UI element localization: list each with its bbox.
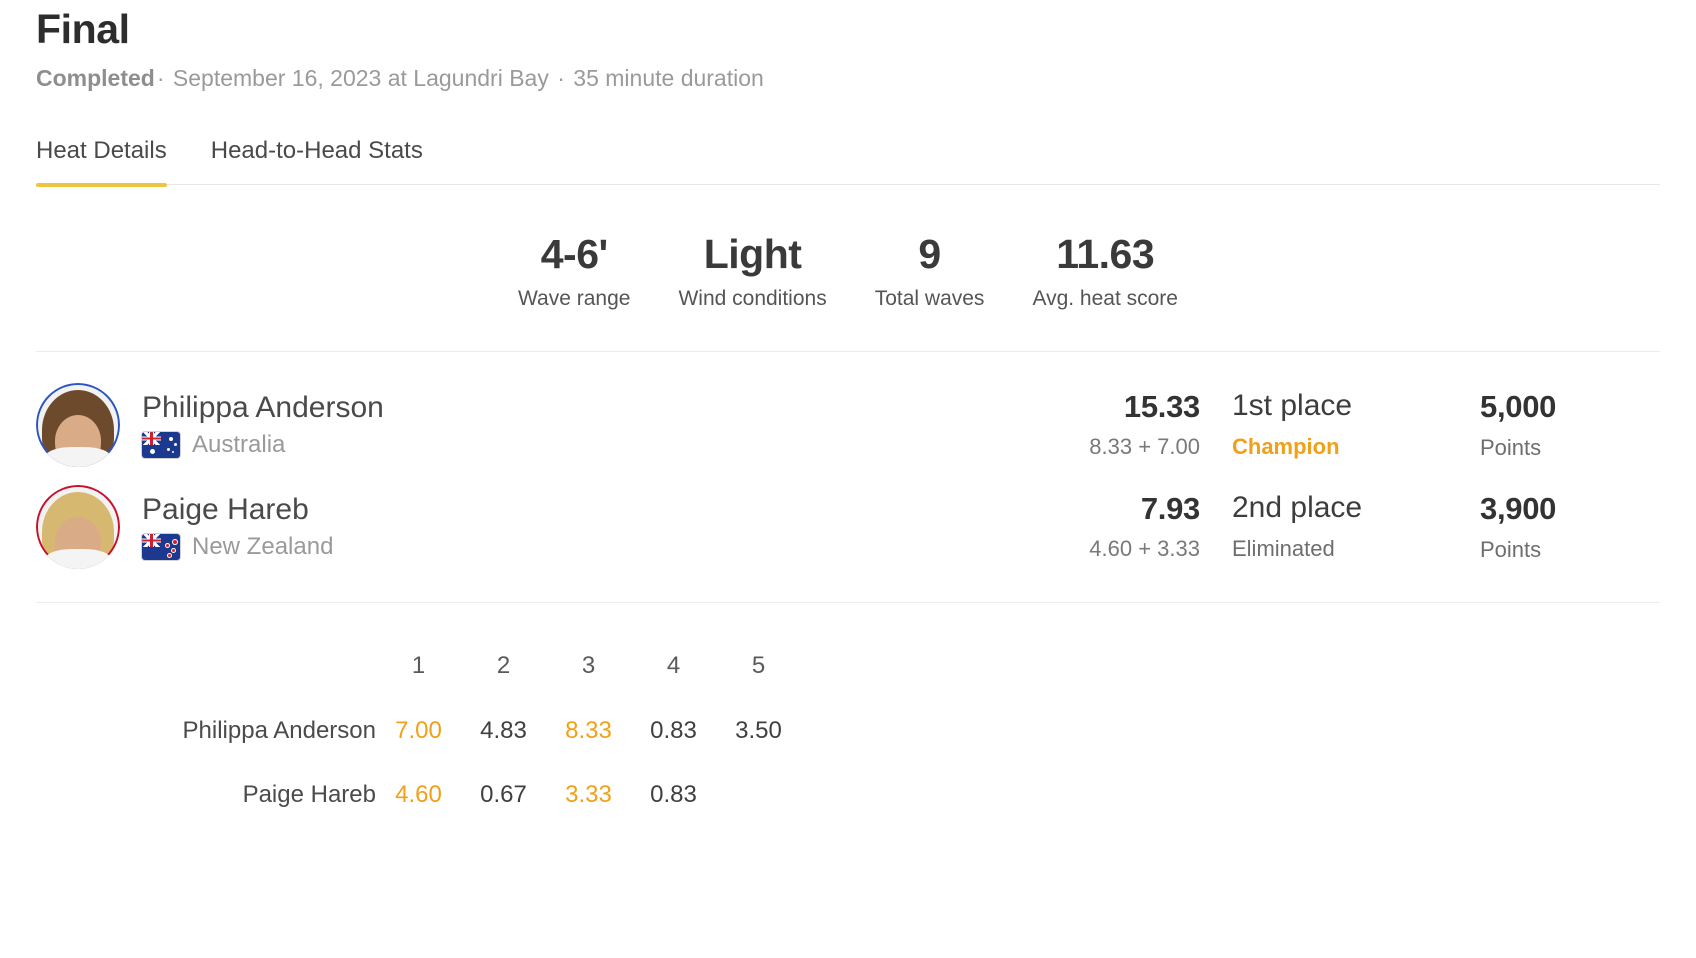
wave-column-header: 2 <box>496 652 511 680</box>
wave-row-athlete-name: Philippa Anderson <box>182 717 376 745</box>
heat-result-page: Final Completed· September 16, 2023 at L… <box>0 0 1696 958</box>
points-column: 5,000 Points <box>1480 389 1660 461</box>
wave-table-header-row: 1 2 3 4 5 <box>36 633 801 699</box>
condition-total-waves: 9 Total waves <box>851 231 1009 311</box>
score-breakdown: 4.60 + 3.33 <box>1089 535 1200 561</box>
wave-score-cell: 0.83 <box>650 717 697 745</box>
table-row: Philippa Anderson 7.00 4.83 8.33 0.83 3.… <box>36 699 801 763</box>
score-column: 15.33 8.33 + 7.00 <box>1030 389 1206 460</box>
conditions-summary: 4-6' Wave range Light Wind conditions 9 … <box>36 185 1660 353</box>
tab-head-to-head-stats[interactable]: Head-to-Head Stats <box>211 137 423 184</box>
score-breakdown: 8.33 + 7.00 <box>1089 433 1200 459</box>
wave-column-header: 3 <box>581 652 596 680</box>
wave-score-cell: 8.33 <box>565 717 612 745</box>
wave-score-cell: 4.83 <box>480 717 527 745</box>
points-label: Points <box>1480 434 1542 460</box>
status-badge: Eliminated <box>1232 535 1335 561</box>
status-badge: Champion <box>1232 433 1340 459</box>
wave-scores-section: 1 2 3 4 5 Philippa Anderson 7.00 4.83 8.… <box>36 603 1660 827</box>
wave-score-cell: 0.67 <box>480 781 527 809</box>
meta-separator-2: · <box>557 65 565 92</box>
athlete-result-block: 15.33 8.33 + 7.00 1st place Champion 5,0… <box>1030 389 1660 461</box>
avatar <box>36 383 120 468</box>
heat-subtitle: Completed· September 16, 2023 at Lagundr… <box>36 64 1660 94</box>
flag-australia-icon <box>142 432 180 459</box>
avatar-body <box>45 549 111 570</box>
condition-value: 4-6' <box>540 230 609 277</box>
athlete-identity: Paige Hareb New Zealand <box>36 485 1030 570</box>
condition-value: Light <box>703 230 802 277</box>
athlete-name: Paige Hareb <box>142 492 309 526</box>
points-label: Points <box>1480 536 1542 562</box>
wave-scores-table: 1 2 3 4 5 Philippa Anderson 7.00 4.83 8.… <box>36 633 801 827</box>
condition-label: Wind conditions <box>678 287 827 311</box>
heat-status: Completed <box>36 65 155 92</box>
athlete-country-block: New Zealand <box>142 533 333 561</box>
place-column: 2nd place Eliminated <box>1206 491 1480 562</box>
place-label: 1st place <box>1232 389 1353 423</box>
condition-wave-range: 4-6' Wave range <box>494 231 654 311</box>
condition-avg-heat-score: 11.63 Avg. heat score <box>1008 231 1202 311</box>
condition-value: 11.63 <box>1056 230 1155 277</box>
condition-label: Wave range <box>518 287 631 311</box>
place-column: 1st place Champion <box>1206 389 1480 460</box>
wave-score-cell: 0.83 <box>650 781 697 809</box>
athlete-country-label: Australia <box>192 431 286 459</box>
place-label: 2nd place <box>1232 491 1363 525</box>
condition-wind: Light Wind conditions <box>654 231 850 311</box>
condition-value: 9 <box>918 230 941 277</box>
condition-label: Avg. heat score <box>1032 287 1178 311</box>
total-score: 7.93 <box>1140 491 1200 527</box>
athlete-identity: Philippa Anderson Australia <box>36 383 1030 468</box>
wave-column-header: 5 <box>751 652 766 680</box>
avatar <box>36 485 120 570</box>
wave-score-cell: 7.00 <box>395 717 442 745</box>
heat-duration: 35 minute duration <box>573 65 764 92</box>
table-row: Paige Hareb 4.60 0.67 3.33 0.83 <box>36 763 801 827</box>
points-value: 5,000 <box>1480 389 1557 425</box>
wave-score-cell: 4.60 <box>395 781 442 809</box>
wave-header-spacer <box>36 633 376 699</box>
page-title: Final <box>36 6 130 52</box>
wave-row-athlete-name: Paige Hareb <box>242 781 376 809</box>
athlete-text-block: Philippa Anderson Australia <box>142 391 384 460</box>
total-score: 15.33 <box>1123 389 1200 425</box>
points-column: 3,900 Points <box>1480 491 1660 563</box>
meta-separator-1: · <box>156 65 165 92</box>
athlete-results-list: Philippa Anderson Australia 15.33 8.33 +… <box>36 352 1660 604</box>
tab-heat-details[interactable]: Heat Details <box>36 137 167 187</box>
heat-header: Final Completed· September 16, 2023 at L… <box>36 0 1660 94</box>
points-value: 3,900 <box>1480 491 1557 527</box>
tab-bar: Heat Details Head-to-Head Stats <box>36 137 1660 187</box>
athlete-row[interactable]: Philippa Anderson Australia 15.33 8.33 +… <box>36 374 1660 476</box>
athlete-row[interactable]: Paige Hareb New Zealand 7.93 4.60 + 3.33… <box>36 476 1660 578</box>
athlete-name: Philippa Anderson <box>142 390 384 424</box>
wave-score-cell <box>716 763 801 827</box>
wave-column-header: 1 <box>411 652 426 680</box>
condition-label: Total waves <box>874 287 985 311</box>
athlete-result-block: 7.93 4.60 + 3.33 2nd place Eliminated 3,… <box>1030 491 1660 563</box>
score-column: 7.93 4.60 + 3.33 <box>1030 491 1206 562</box>
avatar-body <box>45 447 111 468</box>
athlete-country-block: Australia <box>142 431 384 459</box>
wave-score-cell: 3.33 <box>565 781 612 809</box>
heat-date-location: September 16, 2023 at Lagundri Bay <box>172 65 549 92</box>
wave-column-header: 4 <box>666 652 681 680</box>
wave-score-cell: 3.50 <box>735 717 782 745</box>
athlete-text-block: Paige Hareb New Zealand <box>142 493 333 562</box>
athlete-country-label: New Zealand <box>192 533 334 561</box>
flag-new-zealand-icon <box>142 534 180 561</box>
